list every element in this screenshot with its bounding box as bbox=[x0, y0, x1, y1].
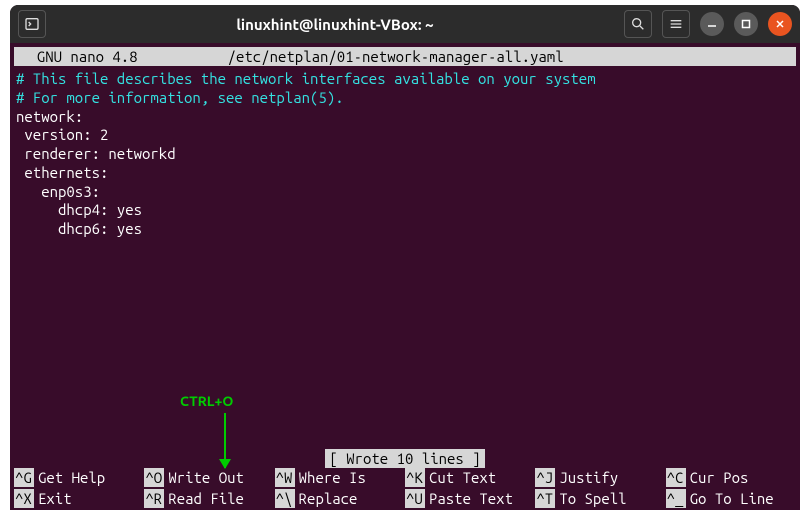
minimize-icon bbox=[707, 19, 717, 29]
menu-button[interactable] bbox=[662, 10, 690, 38]
editor-content[interactable]: # This file describes the network interf… bbox=[10, 66, 800, 449]
shortcut-label: Replace bbox=[295, 489, 358, 508]
nano-shortcut: ^KCut Text bbox=[405, 468, 535, 487]
nano-shortcut: ^WWhere Is bbox=[275, 468, 405, 487]
maximize-button[interactable] bbox=[734, 12, 758, 36]
close-button[interactable] bbox=[768, 12, 792, 36]
shortcut-label: Exit bbox=[34, 489, 72, 508]
nano-shortcut: ^JJustify bbox=[535, 468, 665, 487]
nano-filepath: /etc/netplan/01-network-manager-all.yaml bbox=[138, 47, 790, 66]
search-button[interactable] bbox=[624, 10, 652, 38]
shortcut-label: Cut Text bbox=[425, 468, 496, 487]
maximize-icon bbox=[741, 19, 751, 29]
shortcut-key: ^W bbox=[275, 468, 295, 487]
titlebar: linuxhint@linuxhint-VBox: ~ bbox=[10, 5, 800, 43]
annotation-label: CTRL+O bbox=[180, 393, 233, 411]
shortcut-key: ^K bbox=[405, 468, 425, 487]
shortcut-key: ^J bbox=[535, 468, 555, 487]
editor-line: # This file describes the network interf… bbox=[16, 70, 794, 89]
nano-status-text: [ Wrote 10 lines ] bbox=[325, 449, 484, 468]
nano-shortcut: ^RRead File bbox=[144, 489, 274, 508]
nano-app-name: GNU nano 4.8 bbox=[20, 47, 138, 66]
editor-line: # For more information, see netplan(5). bbox=[16, 89, 794, 108]
editor-line: enp0s3: bbox=[16, 183, 794, 202]
shortcut-key: ^T bbox=[535, 489, 555, 508]
shortcut-label: Where Is bbox=[295, 468, 366, 487]
nano-shortcut: ^TTo Spell bbox=[535, 489, 665, 508]
shortcut-key: ^C bbox=[666, 468, 686, 487]
shortcut-label: Go To Line bbox=[686, 489, 774, 508]
nano-status-line: [ Wrote 10 lines ] bbox=[10, 449, 800, 468]
shortcut-label: Justify bbox=[555, 468, 618, 487]
terminal-window: linuxhint@linuxhint-VBox: ~ GNU nano 4.8… bbox=[10, 5, 800, 510]
search-icon bbox=[630, 16, 646, 32]
titlebar-controls bbox=[624, 10, 792, 38]
hamburger-icon bbox=[668, 16, 684, 32]
shortcut-label: Read File bbox=[164, 489, 244, 508]
new-tab-button[interactable] bbox=[18, 10, 46, 38]
editor-line: version: 2 bbox=[16, 126, 794, 145]
nano-header: GNU nano 4.8 /etc/netplan/01-network-man… bbox=[14, 47, 796, 66]
nano-shortcuts-row1: ^GGet Help^OWrite Out^WWhere Is^KCut Tex… bbox=[10, 468, 800, 489]
terminal-icon bbox=[24, 16, 40, 32]
shortcut-key: ^\ bbox=[275, 489, 295, 508]
nano-shortcut: ^XExit bbox=[14, 489, 144, 508]
shortcut-key: ^R bbox=[144, 489, 164, 508]
shortcut-key: ^U bbox=[405, 489, 425, 508]
editor-line: dhcp4: yes bbox=[16, 201, 794, 220]
editor-line: ethernets: bbox=[16, 164, 794, 183]
nano-shortcut: ^UPaste Text bbox=[405, 489, 535, 508]
shortcut-key: ^X bbox=[14, 489, 34, 508]
nano-shortcut: ^CCur Pos bbox=[666, 468, 796, 487]
shortcut-label: Write Out bbox=[164, 468, 244, 487]
shortcut-label: To Spell bbox=[555, 489, 626, 508]
window-title: linuxhint@linuxhint-VBox: ~ bbox=[54, 16, 616, 33]
nano-shortcuts-row2: ^XExit^RRead File^\Replace^UPaste Text^T… bbox=[10, 489, 800, 510]
editor-line: network: bbox=[16, 108, 794, 127]
editor-line: renderer: networkd bbox=[16, 145, 794, 164]
close-icon bbox=[775, 19, 785, 29]
shortcut-label: Cur Pos bbox=[686, 468, 749, 487]
shortcut-key: ^G bbox=[14, 468, 34, 487]
nano-shortcut: ^GGet Help bbox=[14, 468, 144, 487]
editor-line: dhcp6: yes bbox=[16, 220, 794, 239]
shortcut-key: ^O bbox=[144, 468, 164, 487]
nano-shortcut: ^OWrite Out bbox=[144, 468, 274, 487]
shortcut-label: Get Help bbox=[34, 468, 105, 487]
nano-shortcut: ^_Go To Line bbox=[666, 489, 796, 508]
annotation-arrow bbox=[224, 413, 226, 468]
minimize-button[interactable] bbox=[700, 12, 724, 36]
shortcut-label: Paste Text bbox=[425, 489, 513, 508]
shortcut-key: ^_ bbox=[666, 489, 686, 508]
terminal-body[interactable]: GNU nano 4.8 /etc/netplan/01-network-man… bbox=[10, 43, 800, 510]
nano-shortcut: ^\Replace bbox=[275, 489, 405, 508]
